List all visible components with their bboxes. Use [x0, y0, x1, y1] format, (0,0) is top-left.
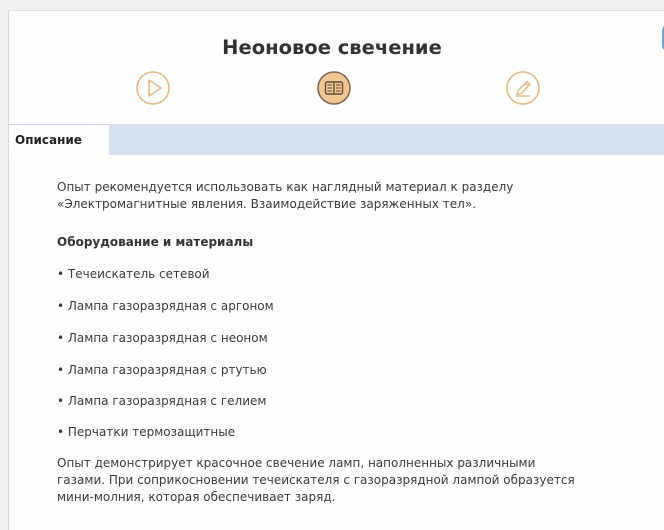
play-icon — [136, 71, 170, 105]
list-item: • Течеискатель сетевой — [57, 267, 210, 281]
intro-paragraph: Опыт рекомендуется использовать как нагл… — [57, 179, 513, 213]
outro-line: газами. При соприкосновении течеискателя… — [57, 473, 575, 487]
app-frame: Неоновое свечение Описание Опыт рекоменд… — [0, 0, 664, 530]
test-mode-button[interactable] — [505, 70, 541, 106]
page-title: Неоновое свечение — [222, 36, 442, 59]
description-mode-button[interactable] — [316, 70, 352, 106]
outro-paragraph: Опыт демонстрирует красочное свечение ла… — [57, 455, 617, 506]
outro-line: мини-молния, которая обеспечивает заряд. — [57, 490, 336, 504]
outro-line: Опыт демонстрирует красочное свечение ла… — [57, 456, 536, 470]
intro-line: «Электромагнитные явления. Взаимодействи… — [57, 197, 477, 211]
list-item: • Перчатки термозащитные — [57, 425, 236, 439]
equipment-heading: Оборудование и материалы — [57, 235, 254, 249]
list-item: • Лампа газоразрядная с гелием — [57, 394, 267, 408]
list-item: • Лампа газоразрядная с ртутью — [57, 363, 267, 377]
tab-bar: Описание — [9, 124, 664, 155]
play-mode-button[interactable] — [135, 70, 171, 106]
list-item: • Лампа газоразрядная с неоном — [57, 331, 268, 345]
tab-description[interactable]: Описание — [9, 124, 109, 155]
list-item: • Лампа газоразрядная с аргоном — [57, 299, 274, 313]
book-icon — [317, 71, 351, 105]
intro-line: Опыт рекомендуется использовать как нагл… — [57, 180, 514, 194]
pencil-icon — [506, 71, 540, 105]
